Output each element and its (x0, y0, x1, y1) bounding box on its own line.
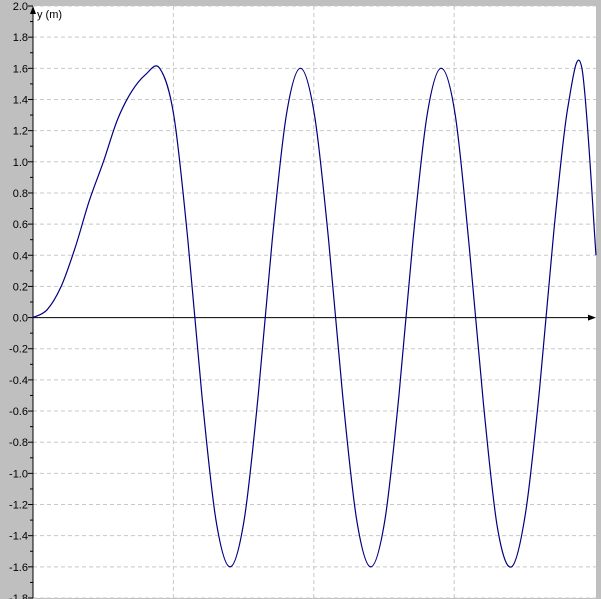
y-axis-label: y (m) (37, 9, 62, 21)
y-tick-label: -1.6 (9, 562, 28, 574)
line-chart: 2.0 1.8 1.6 1.4 1.2 1.0 0.8 0.6 0.4 0.2 0.0 -0.2 -0.… (0, 0, 601, 599)
y-tick-label: 0.2 (13, 281, 28, 293)
y-tick-label: 1.2 (13, 126, 28, 138)
y-tick-label: 1.4 (13, 94, 28, 106)
y-tick-label: -0.4 (9, 375, 28, 387)
y-tick-label: 1.8 (13, 32, 28, 44)
y-tick-label: -1.8 (9, 593, 28, 599)
y-tick-label: 1.6 (13, 63, 28, 75)
plot-area (33, 6, 596, 598)
y-tick-label: -1.0 (9, 468, 28, 480)
y-tick-label: -1.2 (9, 500, 28, 512)
y-tick-label: -1.4 (9, 531, 28, 543)
y-tick-label: 1.0 (13, 157, 28, 169)
chart-window: 2.0 1.8 1.6 1.4 1.2 1.0 0.8 0.6 0.4 0.2 0.0 -0.2 -0.… (0, 0, 601, 599)
y-tick-label: -0.6 (9, 406, 28, 418)
y-tick-label: 0.6 (13, 219, 28, 231)
y-tick-label: 0.4 (13, 250, 28, 262)
y-tick-label: -0.2 (9, 344, 28, 356)
y-tick-label: 0.0 (13, 313, 28, 325)
y-tick-label: 0.8 (13, 188, 28, 200)
y-tick-label: -0.8 (9, 437, 28, 449)
y-tick-label: 2.0 (13, 1, 28, 13)
